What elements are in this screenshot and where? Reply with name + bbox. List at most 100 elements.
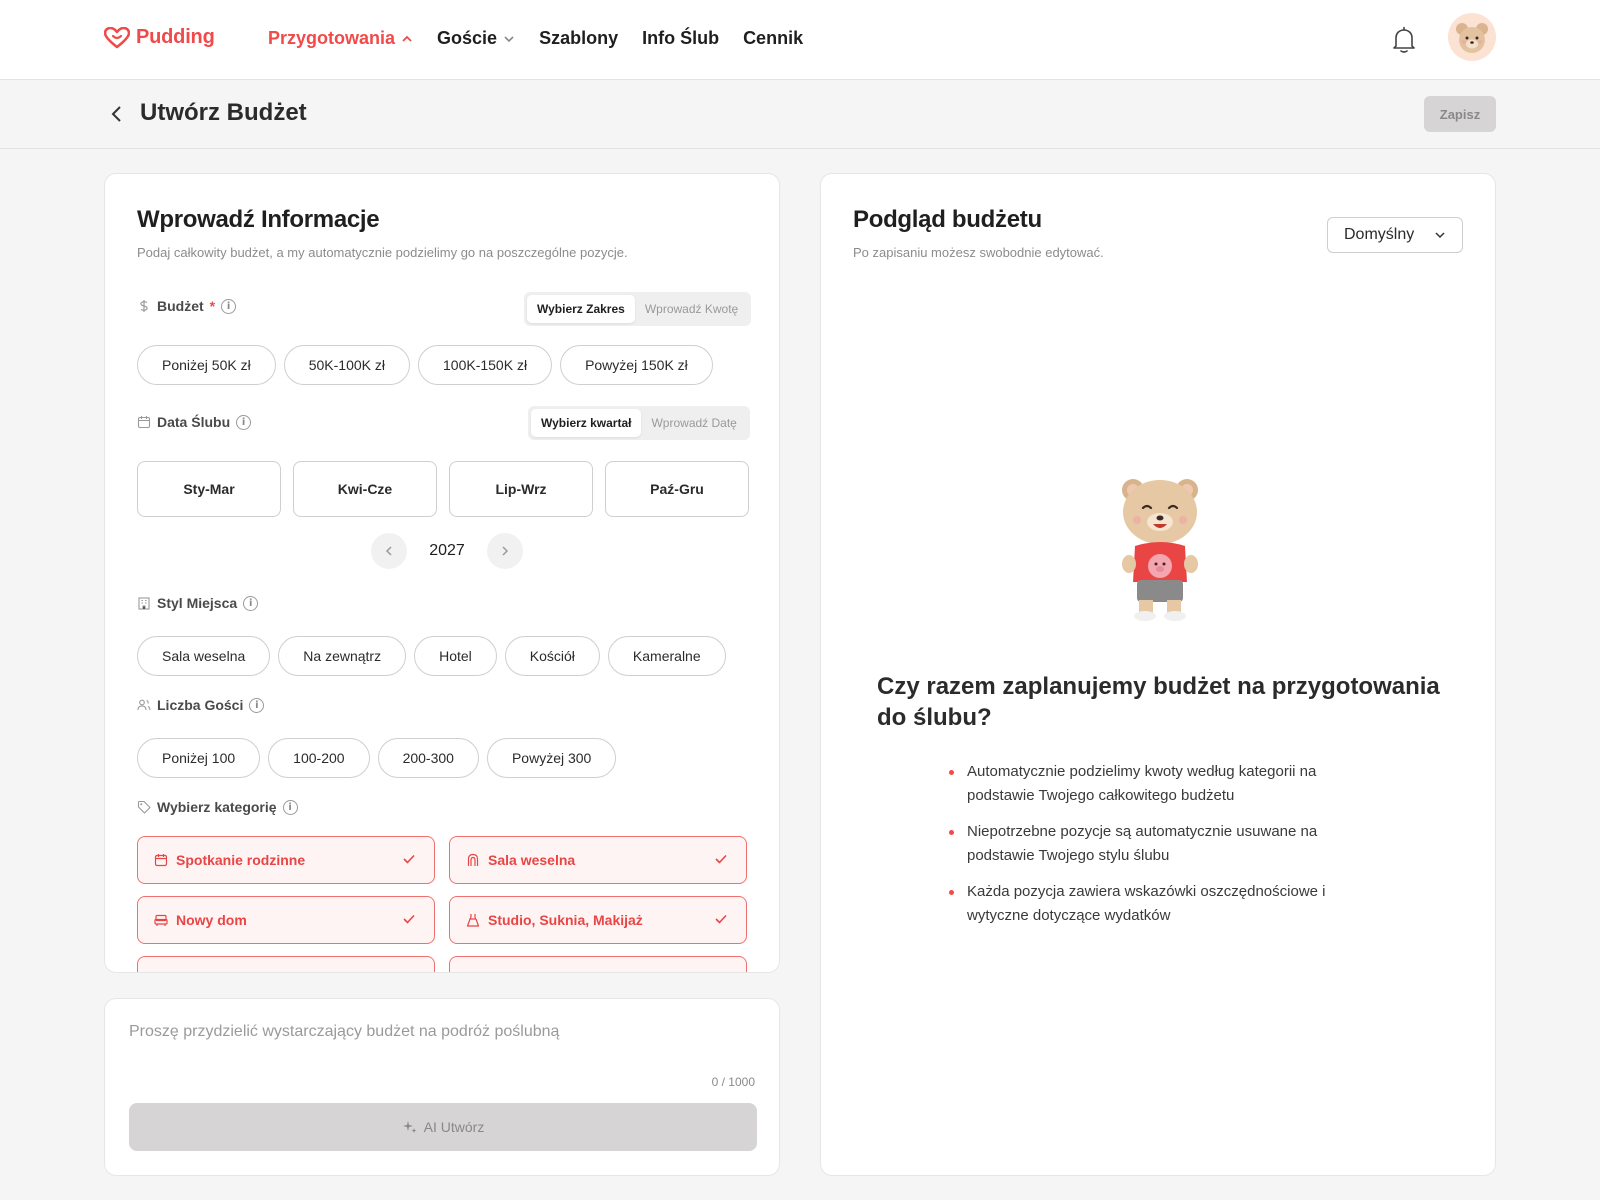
info-icon[interactable]: i [282, 799, 298, 815]
promo-title: Czy razem zaplanujemy budżet na przygoto… [877, 673, 1440, 731]
budget-option[interactable]: 100K-150K zł [418, 345, 553, 385]
notifications-button[interactable] [1390, 25, 1418, 55]
chevron-up-icon [402, 35, 412, 42]
ai-prompt-card: Proszę przydzielić wystarczający budżet … [104, 998, 780, 1176]
sparkle-icon [402, 1121, 417, 1133]
info-icon[interactable]: i [249, 697, 265, 713]
quarter-option[interactable]: Lip-Wrz [449, 461, 593, 517]
quarter-option[interactable]: Sty-Mar [137, 461, 281, 517]
sofa-icon [154, 914, 168, 926]
page-header: Utwórz Budżet Zapisz [0, 81, 1600, 149]
info-icon[interactable]: i [243, 595, 259, 611]
calendar-icon [137, 416, 151, 429]
budget-options: Poniżej 50K zł 50K-100K zł 100K-150K zł … [137, 345, 713, 385]
toggle-quarter[interactable]: Wybierz kwartał [531, 409, 642, 437]
category-item-new-home[interactable]: Nowy dom [137, 896, 435, 944]
toggle-date[interactable]: Wprowadź Datę [641, 409, 746, 437]
budget-option[interactable]: Poniżej 50K zł [137, 345, 276, 385]
brand-logo[interactable]: Pudding [104, 26, 215, 49]
category-item-partial[interactable] [137, 956, 435, 972]
tag-icon [137, 800, 151, 814]
users-icon [137, 699, 151, 711]
nav-item-label: Goście [437, 28, 498, 48]
preview-title: Podgląd budżetu [853, 206, 1042, 233]
guest-option[interactable]: Poniżej 100 [137, 738, 261, 778]
category-item-family-meeting[interactable]: Spotkanie rodzinne [137, 836, 435, 884]
guest-option[interactable]: 100-200 [268, 738, 370, 778]
venue-label: Styl Miejsca i [137, 595, 259, 611]
quarter-option[interactable]: Paź-Gru [605, 461, 749, 517]
budget-label: Budżet * i [137, 298, 237, 314]
save-button[interactable]: Zapisz [1424, 96, 1496, 132]
dropdown-value: Domyślny [1344, 226, 1415, 243]
nav-item-label: Szablony [539, 28, 619, 48]
prev-year-button[interactable] [371, 533, 407, 569]
page-title: Utwórz Budżet [140, 99, 307, 126]
back-button[interactable] [106, 103, 128, 125]
category-item-wedding-hall[interactable]: Sala weselna [449, 836, 747, 884]
chevron-down-icon [1435, 232, 1445, 239]
guests-label: Liczba Gości i [137, 697, 265, 713]
feature-item: Automatycznie podzielimy kwoty według ka… [949, 760, 1349, 808]
dress-icon [466, 914, 480, 927]
ai-create-button[interactable]: AI Utwórz [129, 1103, 757, 1151]
nav-item-label: Info Ślub [642, 28, 720, 48]
bear-avatar-icon [1456, 23, 1488, 53]
info-icon[interactable]: i [236, 414, 252, 430]
feature-item: Niepotrzebne pozycje są automatycznie us… [949, 820, 1349, 868]
year-navigator: 2027 [371, 533, 523, 569]
toggle-amount[interactable]: Wprowadź Kwotę [635, 295, 748, 323]
venue-option[interactable]: Kameralne [607, 636, 726, 676]
nav-item-label: Przygotowania [268, 28, 396, 48]
budget-form-card: Wprowadź Informacje Podaj całkowity budż… [104, 173, 780, 973]
feature-list: Automatycznie podzielimy kwoty według ka… [949, 760, 1349, 940]
nav-item-cennik[interactable]: Cennik [743, 28, 803, 49]
venue-option[interactable]: Na zewnątrz [278, 636, 407, 676]
guests-label-text: Liczba Gości [157, 697, 244, 713]
budget-option[interactable]: Powyżej 150K zł [560, 345, 713, 385]
guest-option[interactable]: 200-300 [377, 738, 479, 778]
guest-options: Poniżej 100 100-200 200-300 Powyżej 300 [137, 738, 617, 778]
chevron-left-icon [385, 546, 392, 556]
budget-label-text: Budżet [157, 298, 204, 314]
venue-option[interactable]: Hotel [414, 636, 497, 676]
category-label: Nowy dom [176, 912, 247, 928]
category-label: Studio, Suknia, Makijaż [488, 912, 643, 928]
arch-icon [467, 853, 479, 866]
next-year-button[interactable] [487, 533, 523, 569]
budget-preview-card: Podgląd budżetu Po zapisaniu możesz swob… [820, 173, 1496, 1176]
brand-name: Pudding [136, 26, 215, 48]
category-item-studio-dress-makeup[interactable]: Studio, Suknia, Makijaż [449, 896, 747, 944]
user-avatar[interactable] [1448, 13, 1496, 61]
category-item-partial[interactable] [449, 956, 747, 972]
check-icon [403, 914, 415, 924]
nav-item-szablony[interactable]: Szablony [539, 28, 618, 49]
ai-create-label: AI Utwórz [423, 1119, 485, 1135]
nav-item-info-slub[interactable]: Info Ślub [642, 28, 719, 49]
preview-subtitle: Po zapisaniu możesz swobodnie edytować. [853, 245, 1104, 260]
feature-item: Każda pozycja zawiera wskazówki oszczędn… [949, 880, 1349, 928]
info-icon[interactable]: i [221, 298, 237, 314]
chevron-left-icon [111, 106, 121, 122]
quarter-option[interactable]: Kwi-Cze [293, 461, 437, 517]
toggle-range[interactable]: Wybierz Zakres [527, 295, 635, 323]
guest-option[interactable]: Powyżej 300 [486, 738, 617, 778]
date-mode-toggle: Wybierz kwartał Wprowadź Datę [528, 406, 750, 440]
check-icon [715, 854, 727, 864]
category-label: Wybierz kategorię i [137, 799, 298, 815]
template-dropdown[interactable]: Domyślny [1327, 217, 1463, 253]
category-label: Sala weselna [488, 852, 576, 868]
building-icon [138, 597, 150, 610]
nav-item-przygotowania[interactable]: Przygotowania [268, 28, 413, 49]
venue-option[interactable]: Sala weselna [137, 636, 271, 676]
calendar-icon [154, 854, 168, 867]
prompt-input[interactable]: Proszę przydzielić wystarczający budżet … [129, 1023, 559, 1041]
budget-option[interactable]: 50K-100K zł [283, 345, 410, 385]
dollar-icon [140, 300, 148, 312]
heart-icon [104, 26, 130, 48]
category-grid: Spotkanie rodzinne Sala weselna Nowy dom… [137, 836, 749, 972]
venue-label-text: Styl Miejsca [157, 595, 238, 611]
category-label-text: Wybierz kategorię [157, 799, 277, 815]
venue-option[interactable]: Kościół [504, 636, 600, 676]
nav-item-goscie[interactable]: Goście [437, 28, 515, 49]
